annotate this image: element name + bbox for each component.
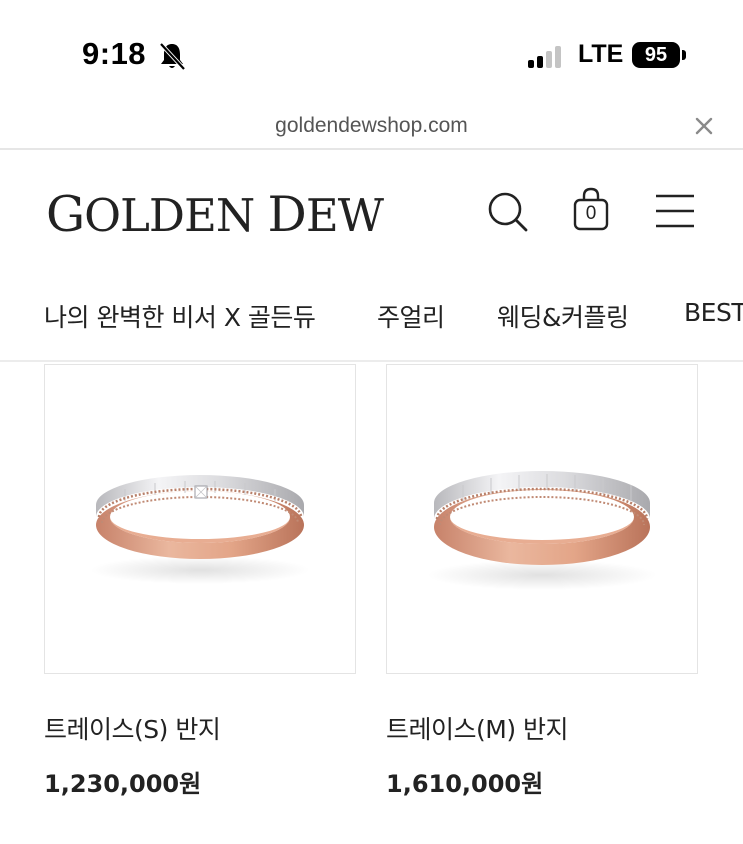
hamburger-menu-icon[interactable] <box>652 190 698 236</box>
nav-item-wedding-couple[interactable]: 웨딩&커플링 <box>497 298 629 334</box>
browser-url-bar[interactable]: goldendewshop.com <box>0 100 743 150</box>
product-price: 1,230,000원 <box>44 770 202 798</box>
brand-logo[interactable]: GOLDEN DEW <box>46 186 384 243</box>
nav-item-jewelry[interactable]: 주얼리 <box>377 298 445 334</box>
product-image[interactable] <box>386 364 698 674</box>
status-bar: 9:18 LTE 95 <box>0 0 743 100</box>
bell-slash-icon <box>159 42 186 71</box>
site-header: GOLDEN DEW 0 <box>0 150 743 270</box>
url-text[interactable]: goldendewshop.com <box>0 114 743 138</box>
bag-count: 0 <box>585 203 597 224</box>
ring-image <box>90 475 310 584</box>
category-nav: 나의 완벽한 비서 X 골든듀 주얼리 웨딩&커플링 BEST <box>0 270 743 362</box>
shopping-bag-button[interactable]: 0 <box>568 186 614 232</box>
product-price: 1,610,000원 <box>386 770 544 798</box>
product-name[interactable]: 트레이스(S) 반지 <box>44 710 221 746</box>
cellular-signal-icon <box>528 42 568 68</box>
battery-level: 95 <box>632 42 680 68</box>
nav-item-assistant-collab[interactable]: 나의 완벽한 비서 X 골든듀 <box>44 298 316 334</box>
search-icon[interactable] <box>484 188 530 234</box>
network-type: LTE <box>578 40 624 68</box>
close-icon[interactable] <box>692 114 716 138</box>
product-image[interactable] <box>44 364 356 674</box>
battery-icon: 95 <box>632 42 686 68</box>
ring-image <box>427 471 657 590</box>
status-time: 9:18 <box>82 36 147 71</box>
product-name[interactable]: 트레이스(M) 반지 <box>386 710 569 746</box>
nav-item-best[interactable]: BEST <box>684 298 743 327</box>
